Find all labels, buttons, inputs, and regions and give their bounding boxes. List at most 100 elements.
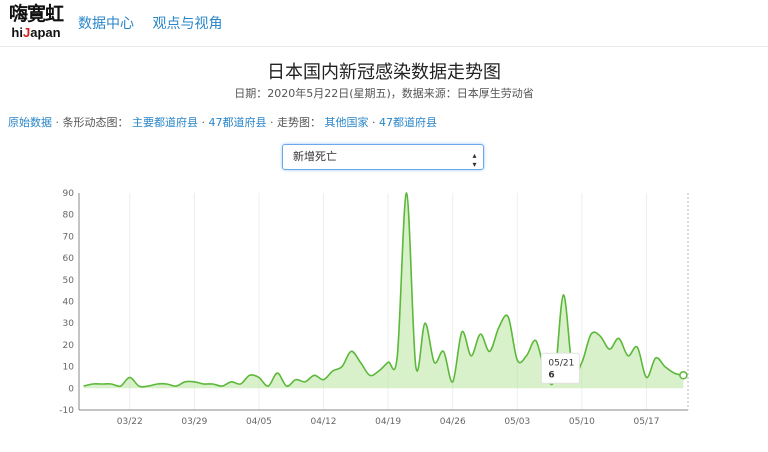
data-point xyxy=(441,349,445,353)
link-row: 原始数据 · 条形动态图： 主要都道府县 · 47都道府县 · 走势图： 其他国… xyxy=(8,114,437,130)
data-point xyxy=(608,347,612,351)
tooltip-date: 05/21 xyxy=(548,358,574,368)
tooltip-value: 6 xyxy=(548,370,554,380)
link-separator: · 条形动态图： xyxy=(55,116,129,129)
main-nav: 数据中心 观点与视角 xyxy=(78,13,236,33)
data-point xyxy=(478,332,482,336)
x-tick-label: 05/10 xyxy=(569,417,595,427)
data-point xyxy=(414,365,418,369)
y-tick-label: 70 xyxy=(63,232,75,242)
data-point xyxy=(469,354,473,358)
y-tick-label: 0 xyxy=(68,384,74,394)
data-point xyxy=(174,384,178,388)
data-point xyxy=(312,373,316,377)
y-tick-label: 30 xyxy=(63,319,75,329)
data-point xyxy=(589,332,593,336)
data-point xyxy=(405,191,409,195)
data-point xyxy=(377,369,381,373)
x-tick-label: 03/29 xyxy=(181,417,207,427)
nav-item-data-center[interactable]: 数据中心 xyxy=(78,16,134,32)
data-point xyxy=(451,380,455,384)
data-point xyxy=(368,373,372,377)
data-point xyxy=(109,382,113,386)
x-tick-label: 04/19 xyxy=(375,417,401,427)
data-point xyxy=(626,354,630,358)
data-point xyxy=(506,315,510,319)
data-point xyxy=(580,360,584,364)
series-area xyxy=(83,192,684,389)
data-point xyxy=(275,371,279,375)
link-separator: · xyxy=(372,116,376,129)
data-point xyxy=(128,375,132,379)
data-point xyxy=(119,384,123,388)
data-point xyxy=(146,384,150,388)
data-point xyxy=(497,326,501,330)
y-tick-label: 10 xyxy=(63,363,75,373)
y-tick-label: 90 xyxy=(63,189,75,199)
data-point xyxy=(165,382,169,386)
data-point xyxy=(183,380,187,384)
data-point xyxy=(672,371,676,375)
data-point xyxy=(248,373,252,377)
y-tick-label: 60 xyxy=(63,254,75,264)
link-major-prefectures[interactable]: 主要都道府县 xyxy=(132,116,198,129)
nav-item-viewpoints[interactable]: 观点与视角 xyxy=(152,16,222,32)
data-point xyxy=(644,375,648,379)
data-point xyxy=(349,349,353,353)
logo-english-text: hiJapan xyxy=(11,25,61,40)
link-separator: · xyxy=(201,116,206,129)
page-title: 日本国内新冠感染数据走势图 xyxy=(267,62,501,83)
data-point xyxy=(331,369,335,373)
data-point xyxy=(155,382,159,386)
y-tick-label: 50 xyxy=(63,276,75,286)
trend-chart: 03/22 03/29 04/05 04/12 04/19 04/26 05/03 05/10… xyxy=(59,189,689,427)
top-bar: 嗨寛虹 hiJapan 数据中心 观点与视角 xyxy=(0,0,768,47)
data-point xyxy=(432,360,436,364)
logo-chinese-text: 嗨寛虹 xyxy=(8,3,64,25)
data-point xyxy=(598,334,602,338)
data-point xyxy=(635,345,639,349)
data-point xyxy=(266,384,270,388)
data-point xyxy=(395,354,399,358)
data-point xyxy=(202,382,206,386)
data-point xyxy=(257,375,261,379)
link-47-prefectures-bar[interactable]: 47都道府县 xyxy=(209,116,267,129)
x-tick-label: 03/22 xyxy=(117,417,143,427)
data-point xyxy=(229,380,233,384)
data-point xyxy=(617,336,621,340)
chevron-down-icon: ▴▾ xyxy=(470,151,479,169)
link-separator: · 走势图： xyxy=(270,116,321,129)
x-tick-label: 04/26 xyxy=(440,417,466,427)
page-subtitle: 日期：2020年5月22日(星期五)，数据来源：日本厚生劳动省 xyxy=(234,87,534,100)
data-point xyxy=(488,349,492,353)
data-point xyxy=(460,330,464,334)
x-tick-label: 05/03 xyxy=(504,417,530,427)
link-47-prefectures-trend[interactable]: 47都道府县 xyxy=(379,116,437,129)
data-point xyxy=(220,384,224,388)
y-tick-label: 20 xyxy=(63,341,75,351)
data-point xyxy=(285,384,289,388)
data-point xyxy=(654,356,658,360)
highlight-point xyxy=(679,371,688,380)
data-point xyxy=(663,365,667,369)
data-point xyxy=(137,384,141,388)
data-point xyxy=(515,358,519,362)
site-logo[interactable]: 嗨寛虹 hiJapan xyxy=(8,3,64,43)
data-point xyxy=(294,378,298,382)
data-point xyxy=(211,382,215,386)
x-tick-label: 04/12 xyxy=(311,417,337,427)
data-point xyxy=(358,360,362,364)
data-point xyxy=(192,380,196,384)
metric-select[interactable]: 新增死亡 ▴▾ xyxy=(282,144,484,170)
link-raw-data[interactable]: 原始数据 xyxy=(8,116,52,129)
data-point xyxy=(322,378,326,382)
y-tick-label: 80 xyxy=(63,211,75,221)
data-point xyxy=(91,382,95,386)
data-point xyxy=(303,380,307,384)
data-point xyxy=(340,365,344,369)
data-point xyxy=(561,293,565,297)
data-point xyxy=(82,384,86,388)
y-tick-label: 40 xyxy=(63,298,75,308)
data-point xyxy=(238,382,242,386)
link-other-countries[interactable]: 其他国家 xyxy=(325,116,369,129)
